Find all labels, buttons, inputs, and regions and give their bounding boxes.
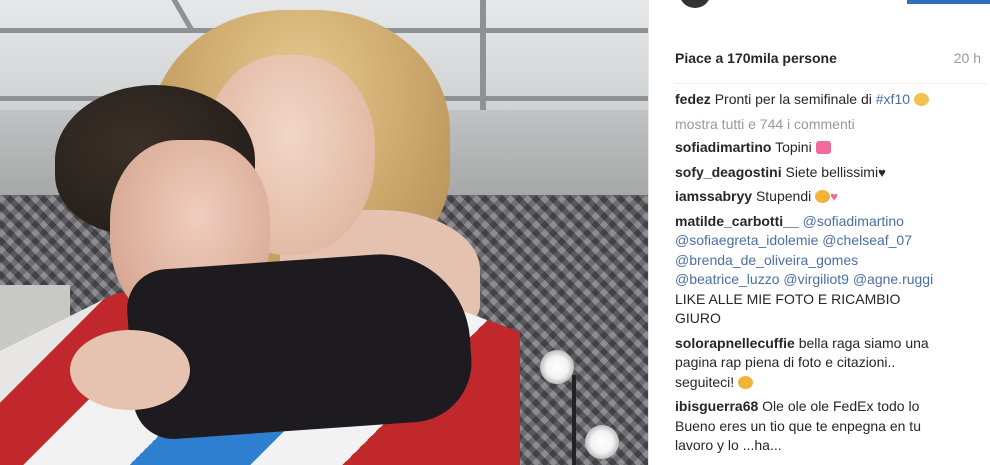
lamp-bulb	[540, 350, 574, 384]
comment-username[interactable]: iamssabryy	[675, 188, 752, 204]
comment-username[interactable]: sofy_deagostini	[675, 164, 782, 180]
avatar[interactable]	[679, 0, 711, 8]
show-all-comments-link[interactable]: mostra tutti e 744 i commenti	[675, 115, 985, 135]
grin-sweat-emoji-icon	[914, 93, 930, 106]
comment-text-line: seguiteci!	[675, 373, 735, 390]
comment-item: ibisguerra68 Ole ole ole FedEx todo lo B…	[675, 397, 985, 456]
comment-item: sofy_deagostini Siete bellissimi♥	[675, 163, 985, 183]
comment-username[interactable]: solorapnellecuffie	[675, 335, 795, 351]
lamp-bulb	[585, 425, 619, 459]
heart-eyes-emoji-icon	[815, 190, 831, 203]
comment-username[interactable]: matilde_carbotti__	[675, 213, 799, 229]
comment-mentions-line[interactable]: @brenda_de_oliveira_gomes	[675, 251, 985, 271]
header-strip	[649, 0, 990, 10]
comment-text: Stupendi	[755, 188, 812, 204]
black-heart-emoji-icon: ♥	[878, 164, 886, 180]
comment-text-line: LIKE ALLE MIE FOTO E RICAMBIO	[675, 290, 901, 307]
comment-username[interactable]: ibisguerra68	[675, 398, 758, 414]
post-photo[interactable]	[0, 0, 648, 465]
follow-button-edge[interactable]	[907, 0, 990, 4]
comment-text: Siete bellissimi	[785, 163, 879, 180]
likes-row: Piace a 170mila persone 20 h	[675, 50, 985, 72]
comment-mentions-line[interactable]: @sofiaegreta_idolemie @chelseaf_07	[675, 231, 985, 251]
comment-item: matilde_carbotti__ @sofiadimartino @sofi…	[675, 212, 985, 329]
comment-username[interactable]: sofiadimartino	[675, 139, 771, 155]
caption-hashtag[interactable]: #xf10	[876, 91, 910, 107]
caption-text: Pronti per la semifinale di	[714, 91, 872, 107]
post-timestamp[interactable]: 20 h	[954, 50, 981, 66]
likes-count[interactable]: Piace a 170mila persone	[675, 50, 837, 66]
comment-text-line: pagina rap piena di foto e citazioni..	[675, 354, 896, 370]
heart-ribbon-emoji-icon	[815, 141, 831, 154]
ceiling-beam	[480, 0, 486, 110]
caption: fedez Pronti per la semifinale di #xf10	[675, 90, 985, 110]
comment-text: bella raga siamo una	[798, 334, 929, 351]
pray-emoji-icon	[738, 375, 754, 389]
comment-item: sofiadimartino Topini	[675, 138, 985, 158]
hand	[70, 330, 190, 410]
comment-item: solorapnellecuffie bella raga siamo una …	[675, 334, 985, 393]
comment-text: Topini	[775, 139, 812, 155]
hearts-emoji-icon: ♥	[830, 189, 838, 204]
comment-mentions-line[interactable]: @beatrice_luzzo @virgiliot9 @agne.ruggi	[675, 270, 985, 290]
caption-username[interactable]: fedez	[675, 91, 711, 107]
comments-list: fedez Pronti per la semifinale di #xf10 …	[675, 90, 985, 461]
comment-item: iamssabryy Stupendi ♥	[675, 187, 985, 207]
comment-mention[interactable]: @sofiadimartino	[803, 213, 904, 229]
comment-text-line: Bueno eres un tio que te enpegna en tu	[675, 417, 921, 434]
comment-text-line: lavoro y lo ...ha...	[675, 437, 782, 453]
divider	[675, 83, 987, 84]
comment-text: Ole ole ole FedEx todo lo	[762, 398, 920, 414]
lamp-stand	[572, 375, 576, 465]
post-side-panel: Piace a 170mila persone 20 h fedez Pront…	[648, 0, 990, 465]
comment-text-line: GIURO	[675, 310, 721, 326]
